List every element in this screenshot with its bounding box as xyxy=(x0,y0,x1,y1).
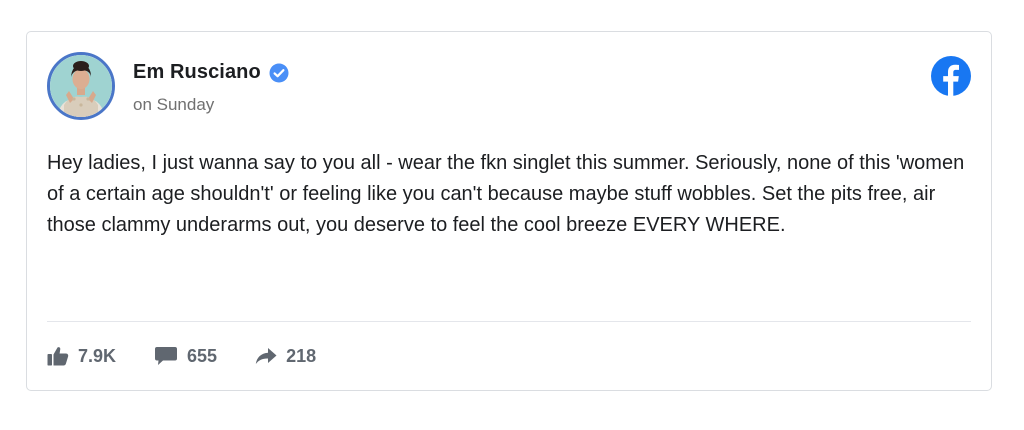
engagement-stats: 7.9K 655 218 xyxy=(47,342,354,370)
comments-count: 655 xyxy=(187,345,218,366)
likes-stat[interactable]: 7.9K xyxy=(47,346,116,367)
avatar-image xyxy=(50,55,112,117)
stats-divider xyxy=(47,321,971,322)
facebook-logo-icon[interactable] xyxy=(931,56,971,96)
author-name[interactable]: Em Rusciano xyxy=(133,61,261,84)
post-card: Em Rusciano on Sunday Hey ladies, I just… xyxy=(26,31,992,391)
verified-badge-icon xyxy=(269,63,289,83)
share-arrow-icon xyxy=(255,348,277,364)
comments-stat[interactable]: 655 xyxy=(154,346,217,367)
shares-stat[interactable]: 218 xyxy=(255,346,316,367)
author-line: Em Rusciano xyxy=(133,61,289,84)
post-header: Em Rusciano on Sunday xyxy=(47,52,971,122)
thumbs-up-icon xyxy=(47,347,69,366)
likes-count: 7.9K xyxy=(78,345,117,366)
speech-bubble-icon xyxy=(155,347,178,365)
post-body-text: Hey ladies, I just wanna say to you all … xyxy=(47,152,965,236)
post-timestamp[interactable]: on Sunday xyxy=(133,95,214,115)
shares-count: 218 xyxy=(286,345,317,366)
avatar[interactable] xyxy=(47,52,115,120)
